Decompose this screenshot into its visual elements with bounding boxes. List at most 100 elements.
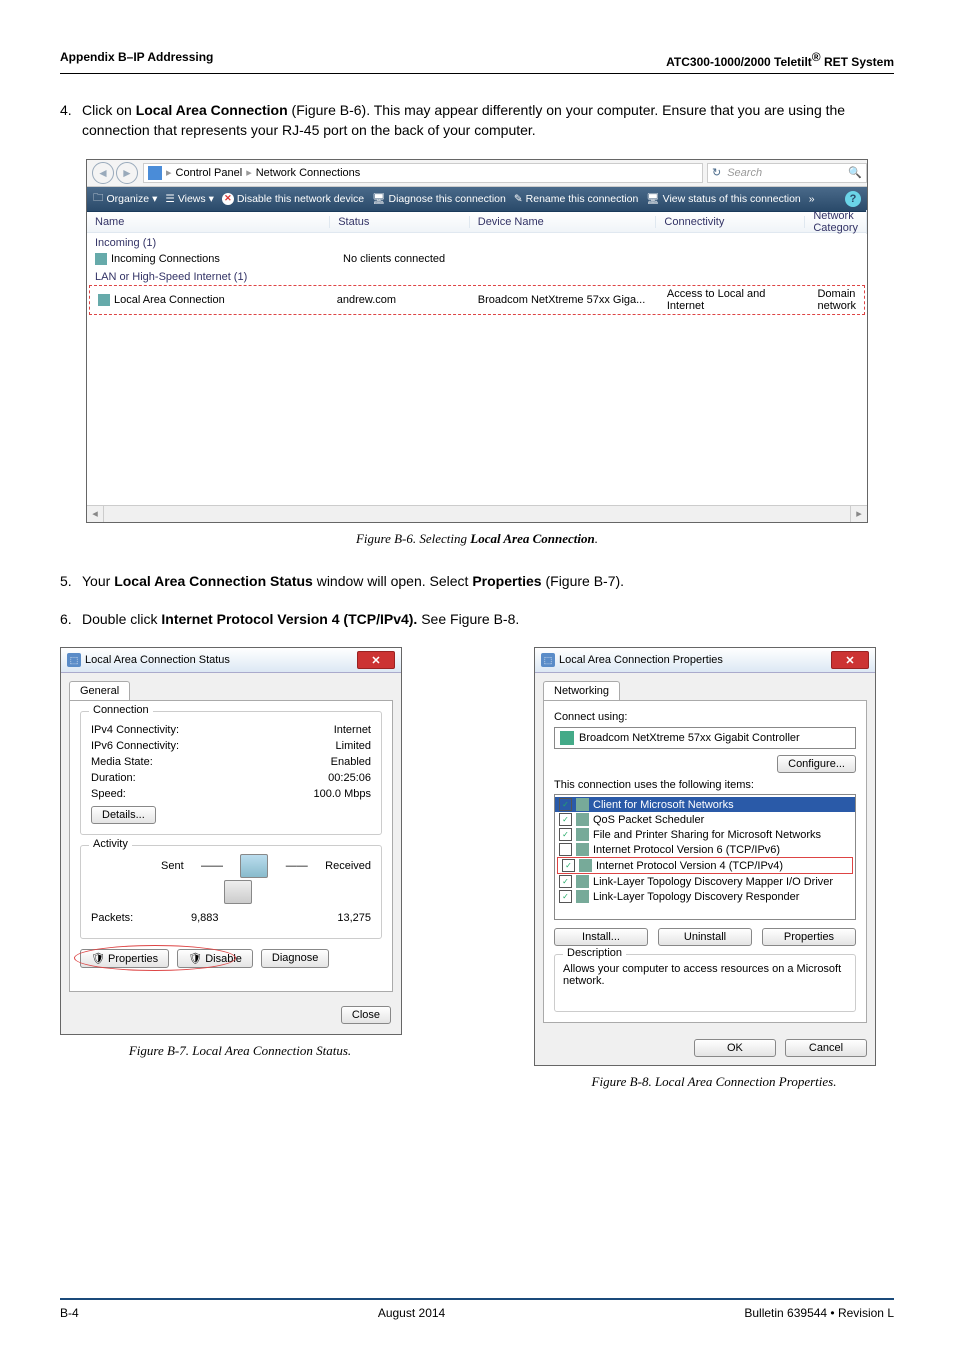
activity-group: Activity Sent —— —— Received bbox=[80, 845, 382, 939]
component-icon bbox=[576, 843, 589, 856]
address-bar-row: ◄ ► ▸ Control Panel ▸ Network Connection… bbox=[87, 160, 867, 187]
footer-date: August 2014 bbox=[378, 1306, 445, 1320]
list-item[interactable]: Internet Protocol Version 6 (TCP/IPv6) bbox=[555, 842, 855, 857]
chevron-right-icon: ▸ bbox=[246, 166, 252, 179]
list-item[interactable]: ✓Link-Layer Topology Discovery Responder bbox=[555, 889, 855, 904]
packets-label: Packets: bbox=[91, 912, 133, 924]
step-6: 6. Double click Internet Protocol Versio… bbox=[60, 609, 894, 629]
view-status-button[interactable]: 🖥 View status of this connection bbox=[646, 192, 800, 205]
list-item[interactable]: ✓ Client for Microsoft Networks bbox=[555, 797, 855, 812]
item-label: Client for Microsoft Networks bbox=[593, 799, 734, 811]
row-local-area-connection[interactable]: Local Area Connection andrew.com Broadco… bbox=[89, 285, 865, 315]
speed-label: Speed: bbox=[91, 788, 126, 800]
checkbox[interactable]: ✓ bbox=[562, 859, 575, 872]
step-4: 4. Click on Local Area Connection (Figur… bbox=[60, 100, 894, 141]
checkbox[interactable]: ✓ bbox=[559, 828, 572, 841]
organize-menu[interactable]: 🗀 Organize ▾ bbox=[93, 190, 157, 208]
properties-button[interactable]: Properties bbox=[762, 928, 856, 946]
item-label: Internet Protocol Version 6 (TCP/IPv6) bbox=[593, 844, 780, 856]
network-icon: ⬚ bbox=[541, 653, 555, 667]
group-lan[interactable]: LAN or High-Speed Internet (1) bbox=[87, 267, 867, 285]
close-icon[interactable]: ✕ bbox=[357, 651, 395, 669]
close-icon[interactable]: ✕ bbox=[831, 651, 869, 669]
network-icon bbox=[148, 166, 162, 180]
breadcrumb-network-connections[interactable]: Network Connections bbox=[256, 167, 361, 179]
more-button[interactable]: » bbox=[809, 193, 815, 205]
column-headers[interactable]: Name Status Device Name Connectivity Net… bbox=[87, 212, 867, 233]
list-item[interactable]: ✓File and Printer Sharing for Microsoft … bbox=[555, 827, 855, 842]
list-item[interactable]: ✓Internet Protocol Version 4 (TCP/IPv4) bbox=[557, 857, 853, 874]
row-incoming-connections[interactable]: Incoming Connections No clients connecte… bbox=[87, 251, 867, 267]
component-icon bbox=[576, 813, 589, 826]
diagnose-button[interactable]: 🖥 Diagnose this connection bbox=[372, 192, 506, 205]
received-monitor-icon bbox=[224, 880, 252, 904]
duration-value: 00:25:06 bbox=[328, 772, 371, 784]
install-button[interactable]: Install... bbox=[554, 928, 648, 946]
footer-bulletin: Bulletin 639544 • Revision L bbox=[744, 1306, 894, 1320]
col-status: Status bbox=[330, 216, 470, 228]
rename-button[interactable]: ✎ Rename this connection bbox=[514, 193, 638, 205]
header-left: Appendix B–IP Addressing bbox=[60, 50, 213, 69]
packets-received: 13,275 bbox=[337, 912, 371, 924]
items-listbox[interactable]: ✓ Client for Microsoft Networks ✓ QoS Packe… bbox=[554, 794, 856, 920]
views-menu[interactable]: ☰ Views ▾ bbox=[165, 193, 214, 205]
adapter-icon bbox=[560, 731, 574, 745]
disable-icon: ✕ bbox=[222, 193, 234, 205]
speed-value: 100.0 Mbps bbox=[314, 788, 371, 800]
connection-group: Connection IPv4 Connectivity:Internet IP… bbox=[80, 711, 382, 835]
sent-label: Sent bbox=[161, 860, 184, 872]
diagnose-button[interactable]: Diagnose bbox=[261, 949, 329, 968]
horizontal-scrollbar[interactable]: ◂ ▸ bbox=[87, 505, 867, 522]
group-incoming[interactable]: Incoming (1) bbox=[87, 233, 867, 251]
cancel-button[interactable]: Cancel bbox=[785, 1039, 867, 1057]
breadcrumb[interactable]: ▸ Control Panel ▸ Network Connections bbox=[143, 163, 703, 183]
media-value: Enabled bbox=[331, 756, 371, 768]
dialog-titlebar: ⬚ Local Area Connection Status ✕ bbox=[61, 648, 401, 673]
component-icon bbox=[576, 828, 589, 841]
figure-b6-window: ◄ ► ▸ Control Panel ▸ Network Connection… bbox=[86, 159, 868, 523]
refresh-icon[interactable]: ↻ bbox=[712, 166, 721, 179]
dialog-title: Local Area Connection Properties bbox=[559, 654, 723, 666]
figure-b7-dialog: ⬚ Local Area Connection Status ✕ General… bbox=[60, 647, 402, 1035]
sent-monitor-icon bbox=[240, 854, 268, 878]
details-button[interactable]: Details... bbox=[91, 806, 156, 824]
description-text: Allows your computer to access resources… bbox=[563, 963, 847, 987]
help-icon[interactable]: ? bbox=[845, 191, 861, 207]
uninstall-button[interactable]: Uninstall bbox=[658, 928, 752, 946]
tab-general[interactable]: General bbox=[69, 681, 130, 700]
checkbox[interactable]: ✓ bbox=[559, 890, 572, 903]
disable-device-button[interactable]: ✕Disable this network device bbox=[222, 193, 364, 205]
configure-button[interactable]: Configure... bbox=[777, 755, 856, 773]
tab-networking[interactable]: Networking bbox=[543, 681, 620, 700]
col-connectivity: Connectivity bbox=[656, 216, 805, 228]
checkbox[interactable]: ✓ bbox=[559, 798, 572, 811]
checkbox[interactable]: ✓ bbox=[559, 875, 572, 888]
adapter-field: Broadcom NetXtreme 57xx Gigabit Controll… bbox=[554, 727, 856, 749]
nav-buttons[interactable]: ◄ ► bbox=[87, 162, 143, 184]
scroll-right-icon[interactable]: ▸ bbox=[850, 506, 867, 522]
lan-icon bbox=[98, 294, 110, 306]
list-item[interactable]: ✓Link-Layer Topology Discovery Mapper I/… bbox=[555, 874, 855, 889]
search-icon[interactable]: 🔍 bbox=[848, 166, 862, 179]
search-input[interactable]: ↻ Search 🔍 bbox=[707, 163, 867, 183]
close-button[interactable]: Close bbox=[341, 1006, 391, 1024]
connect-using-label: Connect using: bbox=[554, 711, 856, 723]
back-icon[interactable]: ◄ bbox=[92, 162, 114, 184]
duration-label: Duration: bbox=[91, 772, 136, 784]
checkbox[interactable]: ✓ bbox=[559, 813, 572, 826]
list-item[interactable]: ✓ QoS Packet Scheduler bbox=[555, 812, 855, 827]
breadcrumb-control-panel[interactable]: Control Panel bbox=[176, 167, 243, 179]
header-right: ATC300-1000/2000 Teletilt® RET System bbox=[666, 50, 894, 69]
scroll-left-icon[interactable]: ◂ bbox=[87, 506, 104, 522]
col-category: Network Category bbox=[805, 210, 867, 234]
item-label: QoS Packet Scheduler bbox=[593, 814, 704, 826]
ok-button[interactable]: OK bbox=[694, 1039, 776, 1057]
step-5: 5. Your Local Area Connection Status win… bbox=[60, 571, 894, 591]
col-name: Name bbox=[87, 216, 330, 228]
forward-icon[interactable]: ► bbox=[116, 162, 138, 184]
description-group: Description Allows your computer to acce… bbox=[554, 954, 856, 1012]
dialog-title: Local Area Connection Status bbox=[85, 654, 230, 666]
figure-b8-dialog: ⬚ Local Area Connection Properties ✕ Net… bbox=[534, 647, 876, 1066]
checkbox[interactable] bbox=[559, 843, 572, 856]
ipv6-label: IPv6 Connectivity: bbox=[91, 740, 179, 752]
